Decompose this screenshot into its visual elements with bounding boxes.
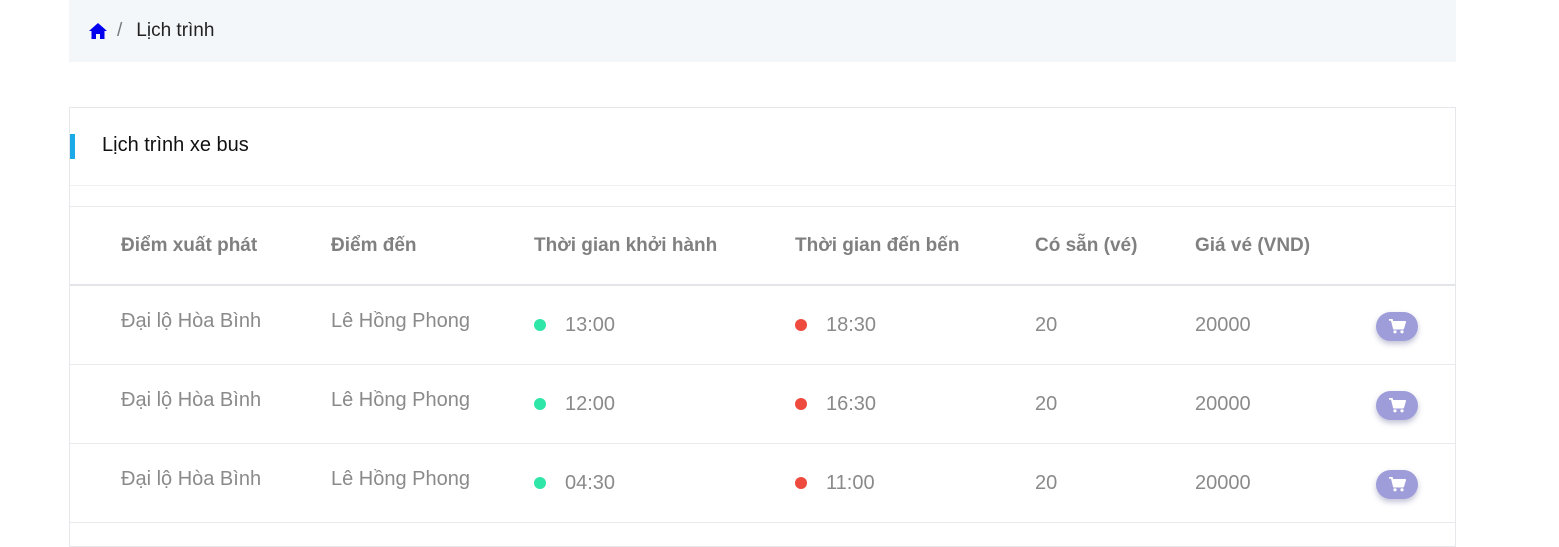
- available-count: 20: [1035, 472, 1058, 494]
- depart-dot-icon: [534, 476, 546, 489]
- header-price: Giá vé (VND): [1195, 234, 1311, 256]
- ticket-price: 20000: [1195, 393, 1251, 415]
- breadcrumb-current: Lịch trình: [136, 20, 215, 41]
- header-destination: Điểm đến: [331, 234, 417, 256]
- title-accent-bar: [70, 134, 75, 159]
- depart-dot-icon: [534, 397, 546, 410]
- depart-dot-icon: [534, 318, 546, 331]
- ticket-price: 20000: [1195, 314, 1251, 337]
- departure-point: Đại lộ Hòa Bình: [121, 468, 262, 491]
- header-action: [1376, 207, 1455, 285]
- available-count: 20: [1035, 314, 1058, 337]
- header-arrival-time: Thời gian đến bến: [795, 234, 960, 256]
- breadcrumb: / Lịch trình: [69, 0, 1456, 62]
- card-title: Lịch trình xe bus: [102, 134, 249, 156]
- card-spacer: [70, 186, 1455, 207]
- buy-ticket-button[interactable]: [1376, 312, 1418, 342]
- header-available: Có sẵn (vé): [1035, 234, 1138, 256]
- departure-point: Đại lộ Hòa Bình: [121, 389, 262, 412]
- departure-time: 04:30: [565, 472, 616, 495]
- arrival-time: 16:30: [826, 393, 877, 416]
- breadcrumb-separator: /: [117, 20, 123, 41]
- available-count: 20: [1035, 393, 1058, 415]
- arrive-dot-icon: [795, 318, 807, 331]
- departure-time: 13:00: [565, 314, 616, 337]
- buy-ticket-button[interactable]: [1376, 470, 1418, 499]
- home-icon[interactable]: [89, 23, 107, 39]
- buy-ticket-button[interactable]: [1376, 391, 1418, 420]
- destination: Lê Hồng Phong: [331, 389, 471, 412]
- schedule-table: Điểm xuất phát Điểm đến Thời gian khởi h…: [70, 207, 1455, 523]
- header-departure-point: Điểm xuất phát: [121, 234, 258, 256]
- arrive-dot-icon: [795, 397, 807, 410]
- schedule-card: Lịch trình xe bus Điểm xuất phát Điểm đế…: [69, 107, 1456, 547]
- table-row: Đại lộ Hòa Bình Lê Hồng Phong 04:30 11:0…: [70, 443, 1455, 522]
- departure-time: 12:00: [565, 393, 616, 416]
- cart-icon: [1388, 319, 1406, 334]
- arrive-dot-icon: [795, 476, 807, 489]
- card-header: Lịch trình xe bus: [70, 108, 1455, 186]
- destination: Lê Hồng Phong: [331, 468, 471, 491]
- cart-icon: [1388, 398, 1406, 413]
- cart-icon: [1388, 477, 1406, 492]
- table-header-row: Điểm xuất phát Điểm đến Thời gian khởi h…: [70, 207, 1455, 285]
- departure-point: Đại lộ Hòa Bình: [121, 310, 262, 333]
- ticket-price: 20000: [1195, 472, 1251, 494]
- header-departure-time: Thời gian khởi hành: [534, 234, 718, 256]
- arrival-time: 11:00: [826, 472, 875, 495]
- destination: Lê Hồng Phong: [331, 310, 471, 333]
- table-row: Đại lộ Hòa Bình Lê Hồng Phong 12:00 16:3…: [70, 364, 1455, 443]
- table-row: Đại lộ Hòa Bình Lê Hồng Phong 13:00 18:3…: [70, 285, 1455, 364]
- arrival-time: 18:30: [826, 314, 877, 337]
